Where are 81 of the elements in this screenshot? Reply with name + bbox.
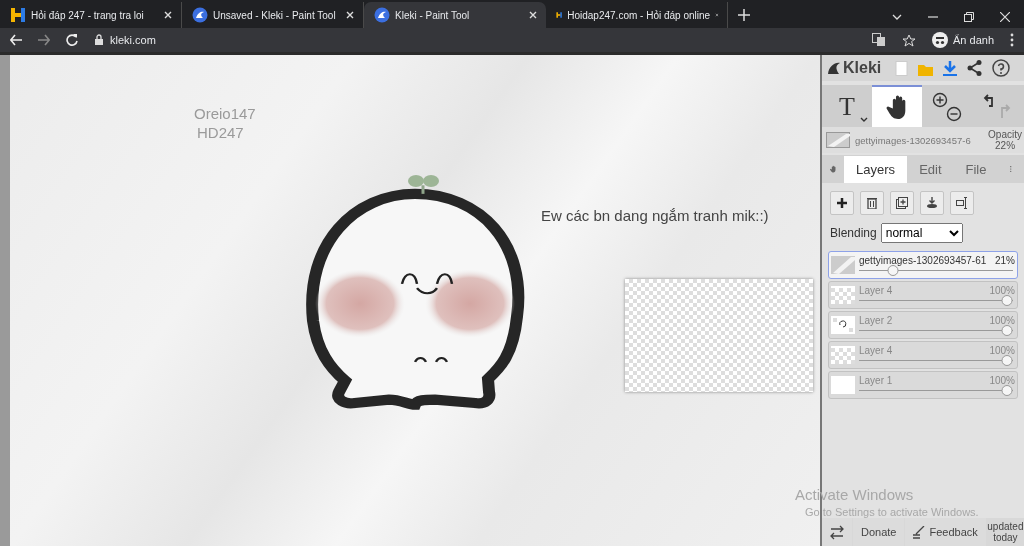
canvas-text: Oreio147 (194, 105, 256, 122)
slider-thumb[interactable] (1001, 295, 1013, 306)
panel-tab[interactable]: File (953, 156, 999, 183)
site-logo-icon (10, 7, 26, 23)
url-field[interactable]: kleki.com (110, 34, 156, 46)
new-tab-icon[interactable] (738, 9, 750, 21)
bookmark-star-icon[interactable] (902, 33, 916, 47)
layer-thumbnail-icon (831, 346, 855, 364)
layer-name: gettyimages-1302693457-61 (859, 255, 987, 266)
incognito-icon (932, 32, 948, 48)
reload-icon[interactable] (66, 34, 78, 46)
layer-opacity: 100% (989, 315, 1015, 326)
layer-name: Layer 4 (859, 345, 893, 356)
layer-thumbnail-icon (831, 376, 855, 394)
layer-opacity: 21% (995, 255, 1015, 266)
canvas-caption: Ew các bn dang ngắm tranh mik::) (541, 207, 769, 224)
opacity-slider[interactable] (859, 386, 1013, 395)
opacity-slider[interactable] (859, 326, 1013, 335)
app-logo[interactable]: Kleki (826, 59, 882, 77)
layer-item[interactable]: gettyimages-1302693457-61 21% (828, 251, 1018, 279)
add-layer-icon (836, 197, 848, 209)
canvas-text: HD247 (197, 124, 244, 141)
layer-opacity: 100% (989, 345, 1015, 356)
forward-icon[interactable] (38, 34, 50, 46)
rename-layer-button[interactable] (950, 191, 974, 215)
layer-name: gettyimages-1302693457-6 (855, 134, 972, 146)
profile-button[interactable]: Ẩn danh (932, 32, 994, 48)
panel-tab[interactable]: Layers (844, 156, 908, 183)
layer-thumbnail-icon (826, 132, 850, 148)
slider-thumb[interactable] (1001, 355, 1013, 366)
swap-button[interactable] (822, 518, 852, 546)
lock-icon (94, 34, 104, 46)
duplicate-layer-button[interactable] (890, 191, 914, 215)
layer-thumbnail-icon (831, 316, 855, 334)
opacity-label: Opacity (988, 129, 1022, 140)
opacity-slider[interactable] (859, 356, 1013, 365)
layer-thumbnail-icon (831, 286, 855, 304)
undo-redo-icon (982, 94, 1012, 120)
layer-thumbnail-icon (831, 256, 855, 274)
layer-opacity: 100% (989, 285, 1015, 296)
rename-layer-icon (956, 197, 968, 209)
zoom-icon (932, 92, 962, 122)
layer-name: Layer 1 (859, 375, 893, 386)
back-icon[interactable] (10, 34, 22, 46)
help-icon[interactable] (992, 59, 1011, 77)
donate-button[interactable]: Donate (853, 518, 905, 546)
panel-tab[interactable]: Edit (907, 156, 954, 183)
chevron-down-icon[interactable] (892, 13, 902, 21)
pencil-lines-icon (913, 525, 926, 539)
hand-tool[interactable] (872, 85, 922, 127)
update-status: updated today (986, 521, 1024, 543)
blending-label: Blending (830, 226, 877, 240)
hand-icon (886, 94, 908, 120)
layer-opacity: 100% (989, 375, 1015, 386)
layer-name: Layer 4 (859, 285, 893, 296)
opacity-slider[interactable] (859, 266, 1013, 275)
merge-layer-button[interactable] (920, 191, 944, 215)
download-icon[interactable] (943, 60, 958, 76)
more-menu-icon[interactable] (1010, 33, 1014, 47)
opacity-slider[interactable] (859, 296, 1013, 305)
feedback-button[interactable]: Feedback (905, 518, 986, 546)
share-icon[interactable] (967, 60, 983, 76)
site-logo-icon (374, 7, 390, 23)
delete-layer-button[interactable] (860, 191, 884, 215)
slider-thumb[interactable] (887, 265, 899, 276)
site-logo-icon (192, 7, 208, 23)
blending-dropdown[interactable]: normal (880, 223, 963, 243)
slider-thumb[interactable] (1001, 325, 1013, 336)
opacity-value: 22% (995, 140, 1016, 151)
browser-tab[interactable]: Kleki - Paint Tool (364, 2, 546, 28)
duplicate-layer-icon (896, 197, 908, 209)
layer-name: Layer 2 (859, 315, 893, 326)
add-layer-button[interactable] (830, 191, 854, 215)
swap-arrows-icon (830, 524, 844, 540)
translate-icon[interactable] (872, 33, 886, 47)
kleki-logo-icon (826, 60, 841, 76)
restore-icon[interactable] (964, 12, 974, 22)
slider-thumb[interactable] (1001, 385, 1013, 396)
caret-icon (860, 117, 868, 122)
delete-layer-icon (866, 197, 878, 209)
merge-layer-icon (926, 197, 938, 209)
